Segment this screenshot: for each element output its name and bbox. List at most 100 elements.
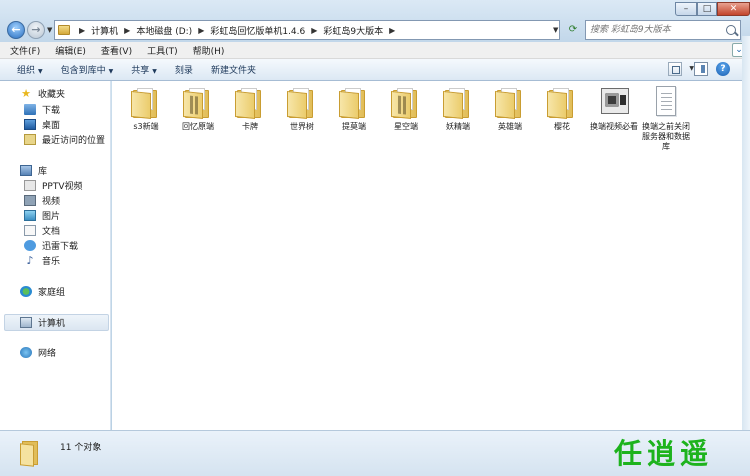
nav-label: 图片	[42, 211, 61, 222]
preview-pane-icon[interactable]	[694, 62, 708, 76]
file-item[interactable]: 换端视频必看	[588, 86, 640, 132]
file-item[interactable]: 世界树	[276, 86, 328, 132]
file-label: s3新端	[133, 122, 159, 131]
chevron-right-icon[interactable]: ▶	[124, 26, 130, 35]
close-icon: ✕	[729, 4, 738, 14]
folder-icon	[235, 90, 255, 120]
recent-pages-dropdown[interactable]: ▼	[47, 26, 52, 34]
maximize-icon: □	[702, 4, 712, 14]
address-bar[interactable]: ▶ 计算机 ▶ 本地磁盘 (D:) ▶ 彩虹岛回忆版单机1.4.6 ▶ 彩虹岛9…	[54, 20, 560, 40]
chevron-right-icon[interactable]: ▶	[198, 26, 204, 35]
breadcrumb-computer[interactable]: 计算机	[91, 24, 118, 37]
nav-label: 收藏夹	[38, 89, 66, 100]
file-label: 卡牌	[242, 122, 258, 131]
refresh-icon[interactable]: ⟳	[566, 23, 580, 37]
folder-icon	[495, 90, 515, 120]
file-item[interactable]: 卡牌	[224, 86, 276, 132]
search-input[interactable]	[590, 23, 720, 37]
text-document-icon	[656, 86, 676, 116]
include-in-library-button[interactable]: 包含到库中 ▼	[61, 63, 114, 76]
back-button[interactable]: ←	[7, 21, 25, 39]
organize-button[interactable]: 组织 ▼	[17, 63, 43, 76]
nav-label: 家庭组	[38, 287, 66, 298]
thunder-download-icon	[24, 239, 36, 251]
nav-network[interactable]: 网络	[20, 345, 56, 359]
nav-music[interactable]: ♪ 音乐	[24, 253, 60, 267]
nav-desktop[interactable]: 桌面	[24, 117, 60, 131]
nav-label: 计算机	[38, 318, 66, 329]
file-item[interactable]: 换端之前关闭服务器和数据库	[640, 86, 692, 152]
maximize-button[interactable]: □	[697, 2, 717, 16]
nav-recent[interactable]: 最近访问的位置	[24, 132, 105, 146]
command-bar: 组织 ▼ 包含到库中 ▼ 共享 ▼ 刻录 新建文件夹 ▼ ?	[0, 59, 742, 81]
homegroup-icon	[20, 285, 32, 297]
breadcrumb-current-folder[interactable]: 彩虹岛9大版本	[323, 24, 383, 37]
nav-videos[interactable]: 视频	[24, 193, 60, 207]
file-item[interactable]: 星空端	[380, 86, 432, 132]
search-box[interactable]	[585, 20, 741, 40]
file-label: 樱花	[554, 122, 570, 131]
close-button[interactable]: ✕	[717, 2, 750, 16]
explorer-window: – □ ✕ ← → ▼ ▶ 计算机 ▶ 本地磁盘 (D:) ▶ 彩虹岛回忆版单机…	[0, 0, 750, 476]
menu-file[interactable]: 文件(F)	[10, 44, 40, 57]
breadcrumb-drive-d[interactable]: 本地磁盘 (D:)	[136, 24, 192, 37]
menu-help[interactable]: 帮助(H)	[193, 44, 225, 57]
nav-label: 视频	[42, 196, 61, 207]
file-item[interactable]: 回忆原端	[172, 86, 224, 132]
nav-computer[interactable]: 计算机	[20, 315, 65, 329]
folder-icon	[443, 90, 463, 120]
navigation-pane: ★ 收藏夹 下载 桌面 最近访问的位置 库 PPTV视频 视频 图片 文档 迅雷下…	[0, 81, 111, 430]
chevron-down-icon: ▼	[152, 68, 157, 75]
chevron-right-icon[interactable]: ▶	[311, 26, 317, 35]
folder-icon	[547, 90, 567, 120]
breadcrumb-game-folder[interactable]: 彩虹岛回忆版单机1.4.6	[210, 24, 305, 37]
nav-label: PPTV视频	[42, 181, 83, 192]
nav-label: 库	[38, 166, 48, 177]
nav-downloads[interactable]: 下载	[24, 102, 60, 116]
file-label: 提莫端	[342, 122, 366, 131]
menu-edit[interactable]: 编辑(E)	[55, 44, 86, 57]
nav-homegroup[interactable]: 家庭组	[20, 284, 65, 298]
nav-thunder[interactable]: 迅雷下载	[24, 238, 78, 252]
search-icon[interactable]	[726, 25, 736, 35]
nav-documents[interactable]: 文档	[24, 223, 60, 237]
forward-button[interactable]: →	[27, 21, 45, 39]
file-label: 世界树	[290, 122, 314, 131]
file-item[interactable]: s3新端	[120, 86, 172, 132]
file-label: 星空端	[394, 122, 418, 131]
help-icon[interactable]: ?	[716, 62, 730, 76]
desktop-icon	[24, 118, 36, 130]
nav-label: 文档	[42, 226, 61, 237]
nav-pictures[interactable]: 图片	[24, 208, 60, 222]
minimize-button[interactable]: –	[675, 2, 697, 16]
videos-icon	[24, 194, 36, 206]
chevron-down-icon: ▼	[108, 68, 114, 75]
pictures-icon	[24, 209, 36, 221]
chevron-right-icon[interactable]: ▶	[389, 26, 395, 35]
file-item[interactable]: 提莫端	[328, 86, 380, 132]
nav-libraries[interactable]: 库	[20, 163, 47, 177]
chevron-right-icon[interactable]: ▶	[79, 26, 85, 35]
address-history-dropdown[interactable]: ▼	[553, 26, 558, 34]
menu-view[interactable]: 查看(V)	[101, 44, 132, 57]
file-list: s3新端 回忆原端 卡牌 世界树 提莫端 星空端 妖精端 英雄端 樱花 换端视频…	[112, 81, 742, 430]
chevron-down-icon: ▼	[38, 68, 43, 75]
title-bar: – □ ✕ ← → ▼ ▶ 计算机 ▶ 本地磁盘 (D:) ▶ 彩虹岛回忆版单机…	[0, 0, 750, 42]
burn-button[interactable]: 刻录	[175, 63, 193, 76]
forward-arrow-icon: →	[31, 23, 41, 36]
file-label: 英雄端	[498, 122, 522, 131]
file-item[interactable]: 樱花	[536, 86, 588, 132]
menu-tools[interactable]: 工具(T)	[147, 44, 178, 57]
file-item[interactable]: 妖精端	[432, 86, 484, 132]
share-button[interactable]: 共享 ▼	[131, 63, 157, 76]
documents-icon	[24, 224, 36, 236]
file-item[interactable]: 英雄端	[484, 86, 536, 132]
minimize-icon: –	[683, 4, 689, 14]
view-options-icon[interactable]	[668, 62, 682, 76]
file-label: 妖精端	[446, 122, 470, 131]
new-folder-button[interactable]: 新建文件夹	[211, 63, 256, 76]
nav-pptv[interactable]: PPTV视频	[24, 178, 83, 192]
nav-favorites[interactable]: ★ 收藏夹	[20, 86, 65, 100]
folder-icon	[391, 90, 411, 120]
share-label: 共享	[131, 66, 150, 76]
